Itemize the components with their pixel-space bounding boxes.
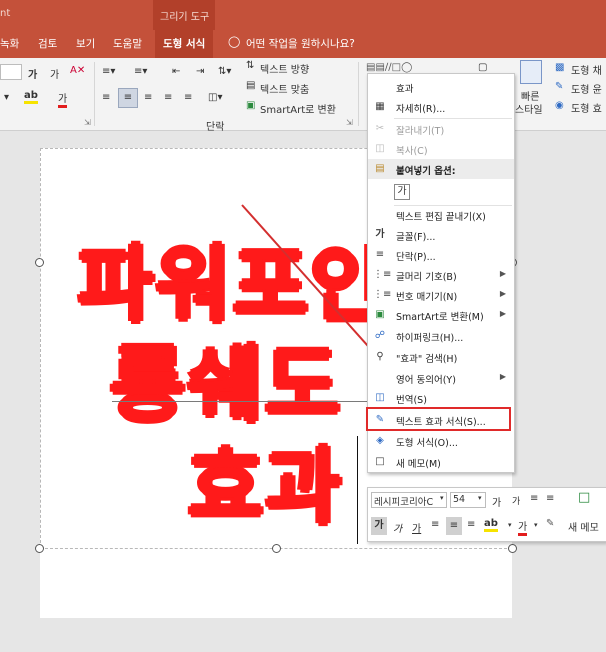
highlight-annotation-box <box>366 407 511 431</box>
bold-button[interactable]: 가 <box>371 517 387 535</box>
bullets-icon: ⋮≡ <box>373 269 392 280</box>
paragraph-icon: ≡ <box>375 249 385 260</box>
menu-item-format-shape[interactable]: ◈ 도형 서식(O)... <box>368 431 514 451</box>
menu-item-hyperlink[interactable]: ☍ 하이퍼링크(H)... <box>368 326 514 346</box>
chevron-down-icon[interactable]: ▾ <box>478 494 482 502</box>
numbering-icon[interactable]: ≡ <box>546 493 554 504</box>
menu-item-numbering[interactable]: ⋮≡ 번호 매기기(N) ▶ <box>368 285 514 305</box>
submenu-arrow-icon: ▶ <box>499 269 506 278</box>
paste-text-icon: 가 <box>394 184 410 200</box>
submenu-arrow-icon: ▶ <box>499 309 506 318</box>
new-comment-icon[interactable]: □ <box>578 490 590 505</box>
paste-icon: ▤ <box>375 163 385 174</box>
font-color-button[interactable]: 가 <box>518 518 528 536</box>
copy-icon: ◫ <box>375 143 385 154</box>
menu-item-copy[interactable]: ◫ 복사(C) <box>368 139 514 159</box>
align-right-icon[interactable]: ≡ <box>467 519 475 530</box>
font-name-field[interactable]: 레시피코리아C <box>371 492 447 508</box>
menu-item-paragraph[interactable]: ≡ 단락(P)... <box>368 245 514 265</box>
chevron-down-icon[interactable]: ▾ <box>534 521 538 529</box>
menu-item-paste-text-only[interactable]: 가 <box>368 180 514 204</box>
menu-item-translate[interactable]: ◫ 번역(S) <box>368 388 514 408</box>
menu-item-convert-smartart[interactable]: ▣ SmartArt로 변환(M) ▶ <box>368 305 514 325</box>
search-icon: ⚲ <box>376 351 384 362</box>
menu-item-exit-edit[interactable]: 텍스트 편집 끝내기(X) <box>368 205 514 225</box>
numbering-icon: ⋮≡ <box>373 289 392 300</box>
align-center-icon[interactable]: ≡ <box>446 517 462 535</box>
font-icon: 가 <box>375 229 385 240</box>
menu-item-smart-lookup[interactable]: ▦ 자세히(R)... <box>368 97 514 117</box>
menu-item-font[interactable]: 가 글꼴(F)... <box>368 225 514 245</box>
smartart-icon: ▣ <box>375 309 385 320</box>
chevron-down-icon[interactable]: ▾ <box>440 494 444 502</box>
new-comment-button[interactable]: 새 메모 <box>568 519 599 534</box>
scissors-icon: ✂ <box>375 123 385 134</box>
annotation-arrow <box>241 204 426 410</box>
underline-button[interactable]: 가 <box>412 520 421 535</box>
submenu-arrow-icon: ▶ <box>499 289 506 298</box>
shape-format-icon: ◈ <box>376 435 384 446</box>
hyperlink-icon: ☍ <box>374 330 386 341</box>
align-left-icon[interactable]: ≡ <box>431 519 439 530</box>
italic-button[interactable]: 가 <box>393 520 402 535</box>
menu-item-lookup-word: 효과 <box>396 84 414 95</box>
menu-item-new-comment[interactable]: □ 새 메모(M) <box>368 452 514 472</box>
menu-item-synonyms[interactable]: 영어 동의어(Y) ▶ <box>368 368 514 388</box>
submenu-arrow-icon: ▶ <box>499 372 506 381</box>
format-painter-icon[interactable]: ✎ <box>546 518 554 529</box>
mini-toolbar: 레시피코리아C ▾ 54 ▾ 가 가 ≡ ≡ □ 새 메모 가 가 가 ≡ ≡ … <box>367 487 606 542</box>
new-comment-icon: □ <box>375 456 385 467</box>
menu-item-search[interactable]: ⚲ "효과" 검색(H) <box>368 347 514 367</box>
menu-item-bullets[interactable]: ⋮≡ 글머리 기호(B) ▶ <box>368 265 514 285</box>
smart-lookup-icon: ▦ <box>375 101 385 112</box>
chevron-down-icon[interactable]: ▾ <box>508 521 512 529</box>
shrink-font-button[interactable]: 가 <box>512 494 520 507</box>
menu-item-paste-options: ▤ 붙여넣기 옵션: <box>368 159 514 179</box>
translate-icon: ◫ <box>375 392 385 403</box>
highlight-color-icon[interactable]: ab <box>484 518 498 532</box>
grow-font-button[interactable]: 가 <box>492 494 501 509</box>
menu-item-cut[interactable]: ✂ 잘라내기(T) <box>368 119 514 139</box>
bullets-icon[interactable]: ≡ <box>530 493 538 504</box>
